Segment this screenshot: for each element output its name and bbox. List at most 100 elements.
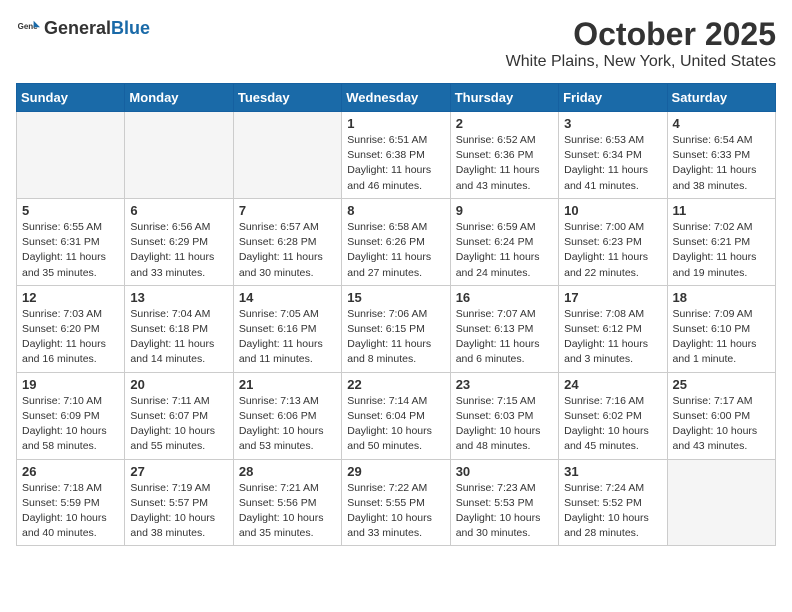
calendar-cell: 24 Sunrise: 7:16 AM Sunset: 6:02 PM Dayli… — [559, 372, 667, 459]
calendar-cell: 1 Sunrise: 6:51 AM Sunset: 6:38 PM Daylig… — [342, 112, 450, 199]
day-number: 28 — [239, 464, 336, 479]
day-info: Sunrise: 7:17 AM Sunset: 6:00 PM Dayligh… — [673, 394, 770, 455]
calendar-cell: 9Sunrise: 6:59 AM Sunset: 6:24 PM Daylig… — [450, 198, 558, 285]
day-number: 30 — [456, 464, 553, 479]
page-header: Gene GeneralBlue October 2025 White Plai… — [16, 16, 776, 71]
weekday-header-saturday: Saturday — [667, 84, 775, 112]
weekday-header-thursday: Thursday — [450, 84, 558, 112]
day-number: 24 — [564, 377, 661, 392]
day-number: 15 — [347, 290, 444, 305]
day-info: Sunrise: 6:52 AM Sunset: 6:36 PM Dayligh… — [456, 133, 553, 194]
calendar-cell — [667, 459, 775, 546]
day-info: Sunrise: 6:51 AM Sunset: 6:38 PM Dayligh… — [347, 133, 444, 194]
calendar-cell: 14Sunrise: 7:05 AM Sunset: 6:16 PM Dayli… — [233, 285, 341, 372]
day-number: 27 — [130, 464, 227, 479]
calendar-header-row: SundayMondayTuesdayWednesdayThursdayFrid… — [17, 84, 776, 112]
day-info: Sunrise: 7:23 AM Sunset: 5:53 PM Dayligh… — [456, 481, 553, 542]
day-info: Sunrise: 7:16 AM Sunset: 6:02 PM Dayligh… — [564, 394, 661, 455]
calendar-cell: 13 Sunrise: 7:04 AM Sunset: 6:18 PM Dayli… — [125, 285, 233, 372]
calendar-cell: 21 Sunrise: 7:13 AM Sunset: 6:06 PM Dayli… — [233, 372, 341, 459]
day-info: Sunrise: 6:56 AM Sunset: 6:29 PM Dayligh… — [130, 220, 227, 281]
day-info: Sunrise: 7:08 AM Sunset: 6:12 PM Dayligh… — [564, 307, 661, 368]
day-number: 1 — [347, 116, 444, 131]
calendar-cell: 17 Sunrise: 7:08 AM Sunset: 6:12 PM Dayli… — [559, 285, 667, 372]
weekday-header-tuesday: Tuesday — [233, 84, 341, 112]
calendar-cell: 6 Sunrise: 6:56 AM Sunset: 6:29 PM Daylig… — [125, 198, 233, 285]
day-number: 17 — [564, 290, 661, 305]
calendar-cell: 19 Sunrise: 7:10 AM Sunset: 6:09 PM Dayli… — [17, 372, 125, 459]
day-info: Sunrise: 7:22 AM Sunset: 5:55 PM Dayligh… — [347, 481, 444, 542]
day-number: 19 — [22, 377, 119, 392]
day-number: 23 — [456, 377, 553, 392]
calendar-cell: 8 Sunrise: 6:58 AM Sunset: 6:26 PM Daylig… — [342, 198, 450, 285]
day-info: Sunrise: 7:14 AM Sunset: 6:04 PM Dayligh… — [347, 394, 444, 455]
day-info: Sunrise: 7:02 AM Sunset: 6:21 PM Dayligh… — [673, 220, 770, 281]
day-info: Sunrise: 7:18 AM Sunset: 5:59 PM Dayligh… — [22, 481, 119, 542]
day-info: Sunrise: 7:19 AM Sunset: 5:57 PM Dayligh… — [130, 481, 227, 542]
calendar-cell: 25Sunrise: 7:17 AM Sunset: 6:00 PM Dayli… — [667, 372, 775, 459]
calendar-week-row: 5Sunrise: 6:55 AM Sunset: 6:31 PM Daylig… — [17, 198, 776, 285]
day-info: Sunrise: 7:21 AM Sunset: 5:56 PM Dayligh… — [239, 481, 336, 542]
calendar-cell: 26 Sunrise: 7:18 AM Sunset: 5:59 PM Dayli… — [17, 459, 125, 546]
calendar-cell: 10Sunrise: 7:00 AM Sunset: 6:23 PM Dayli… — [559, 198, 667, 285]
day-number: 20 — [130, 377, 227, 392]
day-info: Sunrise: 6:54 AM Sunset: 6:33 PM Dayligh… — [673, 133, 770, 194]
day-number: 13 — [130, 290, 227, 305]
month-title: October 2025 — [506, 16, 776, 53]
calendar-week-row: 12 Sunrise: 7:03 AM Sunset: 6:20 PM Dayli… — [17, 285, 776, 372]
title-block: October 2025 White Plains, New York, Uni… — [506, 16, 776, 71]
day-info: Sunrise: 6:57 AM Sunset: 6:28 PM Dayligh… — [239, 220, 336, 281]
calendar-cell: 27 Sunrise: 7:19 AM Sunset: 5:57 PM Dayli… — [125, 459, 233, 546]
calendar-cell: 23Sunrise: 7:15 AM Sunset: 6:03 PM Dayli… — [450, 372, 558, 459]
calendar-cell — [233, 112, 341, 199]
day-number: 21 — [239, 377, 336, 392]
day-number: 3 — [564, 116, 661, 131]
day-number: 31 — [564, 464, 661, 479]
calendar-cell: 20 Sunrise: 7:11 AM Sunset: 6:07 PM Dayli… — [125, 372, 233, 459]
day-info: Sunrise: 7:06 AM Sunset: 6:15 PM Dayligh… — [347, 307, 444, 368]
day-info: Sunrise: 7:00 AM Sunset: 6:23 PM Dayligh… — [564, 220, 661, 281]
day-number: 26 — [22, 464, 119, 479]
day-number: 6 — [130, 203, 227, 218]
day-number: 11 — [673, 203, 770, 218]
day-info: Sunrise: 6:59 AM Sunset: 6:24 PM Dayligh… — [456, 220, 553, 281]
calendar-week-row: 1 Sunrise: 6:51 AM Sunset: 6:38 PM Daylig… — [17, 112, 776, 199]
logo-general-text: General — [44, 18, 111, 38]
day-info: Sunrise: 7:09 AM Sunset: 6:10 PM Dayligh… — [673, 307, 770, 368]
weekday-header-friday: Friday — [559, 84, 667, 112]
calendar-cell: 30 Sunrise: 7:23 AM Sunset: 5:53 PM Dayli… — [450, 459, 558, 546]
calendar-cell: 4 Sunrise: 6:54 AM Sunset: 6:33 PM Daylig… — [667, 112, 775, 199]
logo: Gene GeneralBlue — [16, 16, 150, 40]
calendar-cell — [125, 112, 233, 199]
calendar-cell: 5Sunrise: 6:55 AM Sunset: 6:31 PM Daylig… — [17, 198, 125, 285]
calendar-cell: 22 Sunrise: 7:14 AM Sunset: 6:04 PM Dayli… — [342, 372, 450, 459]
day-info: Sunrise: 7:13 AM Sunset: 6:06 PM Dayligh… — [239, 394, 336, 455]
day-number: 14 — [239, 290, 336, 305]
day-number: 8 — [347, 203, 444, 218]
calendar-cell: 2 Sunrise: 6:52 AM Sunset: 6:36 PM Daylig… — [450, 112, 558, 199]
day-number: 12 — [22, 290, 119, 305]
day-info: Sunrise: 6:58 AM Sunset: 6:26 PM Dayligh… — [347, 220, 444, 281]
day-number: 22 — [347, 377, 444, 392]
weekday-header-sunday: Sunday — [17, 84, 125, 112]
day-info: Sunrise: 7:10 AM Sunset: 6:09 PM Dayligh… — [22, 394, 119, 455]
calendar-cell — [17, 112, 125, 199]
calendar-cell: 12 Sunrise: 7:03 AM Sunset: 6:20 PM Dayli… — [17, 285, 125, 372]
location-title: White Plains, New York, United States — [506, 53, 776, 71]
day-info: Sunrise: 7:07 AM Sunset: 6:13 PM Dayligh… — [456, 307, 553, 368]
day-info: Sunrise: 6:53 AM Sunset: 6:34 PM Dayligh… — [564, 133, 661, 194]
day-number: 2 — [456, 116, 553, 131]
day-info: Sunrise: 7:11 AM Sunset: 6:07 PM Dayligh… — [130, 394, 227, 455]
day-number: 5 — [22, 203, 119, 218]
day-info: Sunrise: 7:24 AM Sunset: 5:52 PM Dayligh… — [564, 481, 661, 542]
day-info: Sunrise: 7:03 AM Sunset: 6:20 PM Dayligh… — [22, 307, 119, 368]
calendar-cell: 11 Sunrise: 7:02 AM Sunset: 6:21 PM Dayli… — [667, 198, 775, 285]
calendar-cell: 29Sunrise: 7:22 AM Sunset: 5:55 PM Dayli… — [342, 459, 450, 546]
calendar-cell: 28 Sunrise: 7:21 AM Sunset: 5:56 PM Dayli… — [233, 459, 341, 546]
day-number: 4 — [673, 116, 770, 131]
calendar-cell: 7Sunrise: 6:57 AM Sunset: 6:28 PM Daylig… — [233, 198, 341, 285]
calendar-week-row: 26 Sunrise: 7:18 AM Sunset: 5:59 PM Dayli… — [17, 459, 776, 546]
day-info: Sunrise: 7:04 AM Sunset: 6:18 PM Dayligh… — [130, 307, 227, 368]
calendar-cell: 31 Sunrise: 7:24 AM Sunset: 5:52 PM Dayli… — [559, 459, 667, 546]
calendar-cell: 3 Sunrise: 6:53 AM Sunset: 6:34 PM Daylig… — [559, 112, 667, 199]
